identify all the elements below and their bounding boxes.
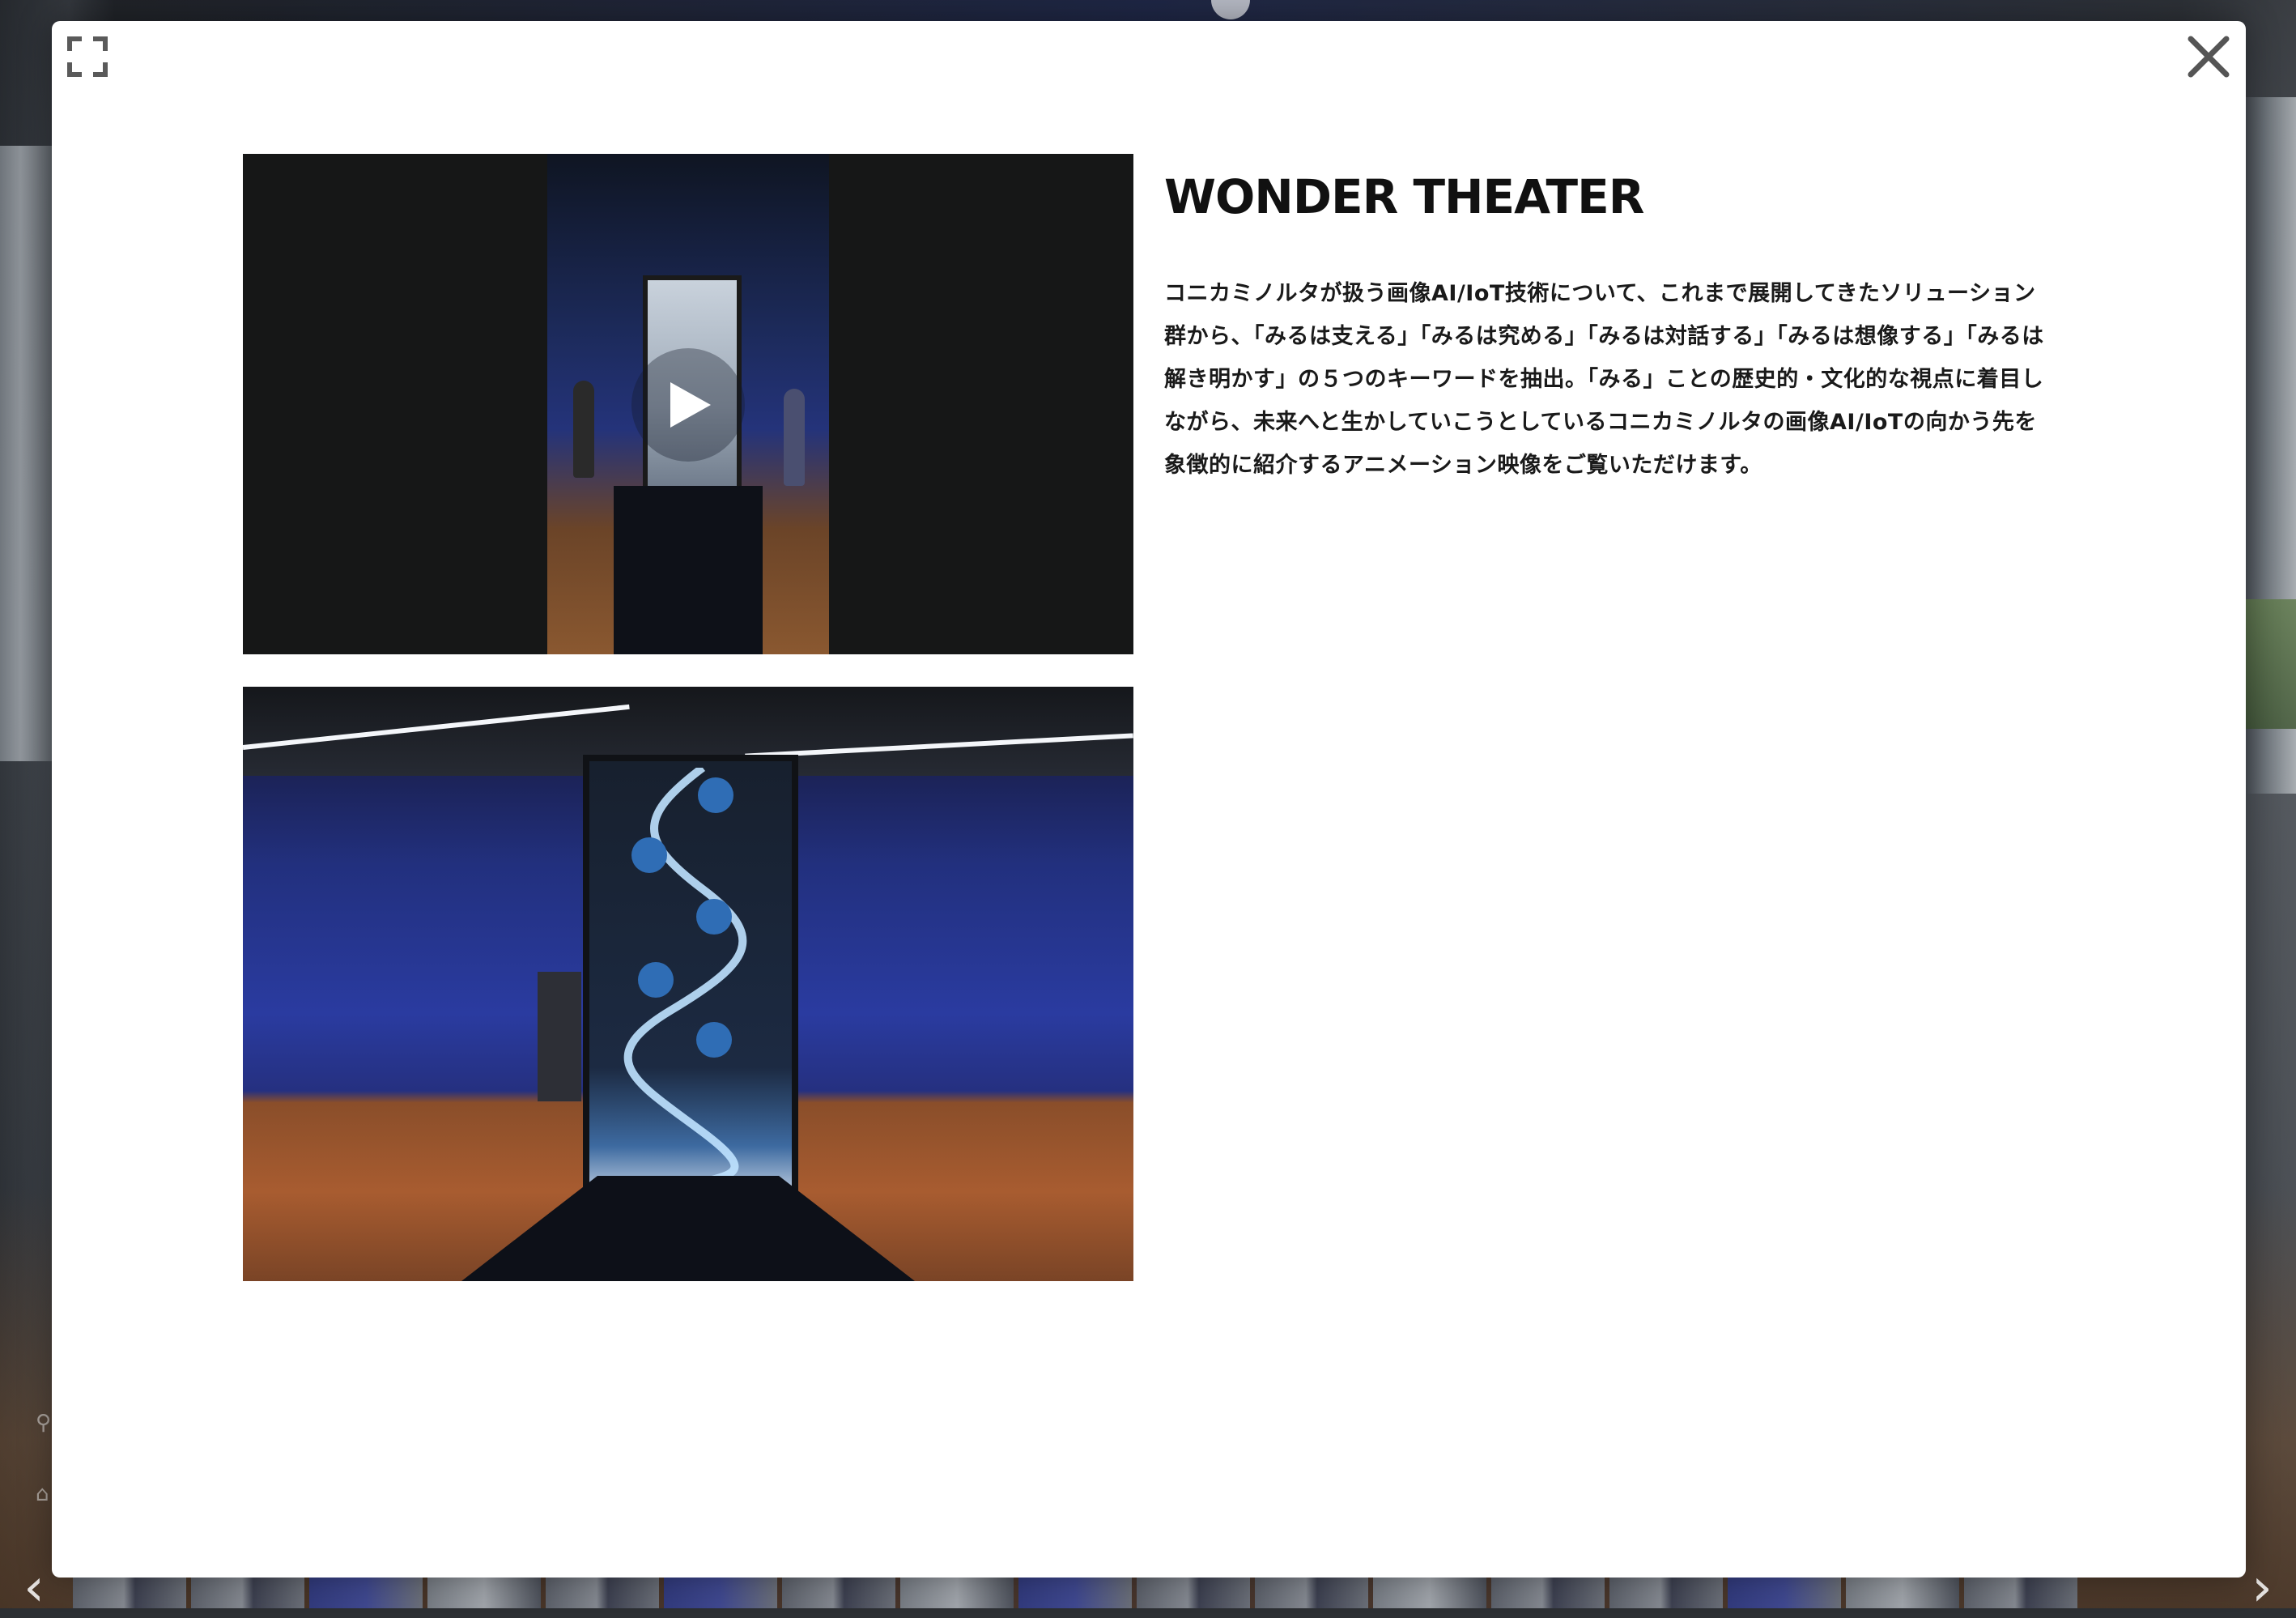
close-button[interactable] <box>2181 29 2236 84</box>
scene-thumbnail[interactable] <box>1255 1578 1368 1608</box>
scene-thumbnail[interactable] <box>1137 1578 1250 1608</box>
floor-map-icon[interactable]: ⌂ <box>36 1482 49 1506</box>
scene-thumbnail[interactable] <box>309 1578 423 1608</box>
scene-thumbnail[interactable] <box>664 1578 777 1608</box>
photo-keyword-badge <box>696 1022 732 1058</box>
scene-thumbnail[interactable] <box>427 1578 541 1608</box>
content-column: WONDER THEATER コニカミノルタが扱う画像AI/IoT技術について、… <box>1164 169 2055 487</box>
scene-thumbnail[interactable] <box>1846 1578 1959 1608</box>
location-pin-icon[interactable]: ⚲ <box>36 1411 51 1435</box>
scene-thumbnail[interactable] <box>1964 1578 2077 1608</box>
scene-thumbnail[interactable] <box>1018 1578 1132 1608</box>
scene-thumbnail[interactable] <box>900 1578 1014 1608</box>
close-icon <box>2188 36 2230 78</box>
video-runway <box>614 486 763 654</box>
photo-keyword-badge <box>638 962 674 998</box>
exhibit-photo <box>243 687 1133 1281</box>
scene-thumbnail[interactable] <box>191 1578 304 1608</box>
scene-thumbnail[interactable] <box>782 1578 895 1608</box>
video-player[interactable] <box>243 154 1133 654</box>
video-visitor <box>573 381 594 478</box>
description-text: コニカミノルタが扱う画像AI/IoT技術について、これまで展開してきたソリューシ… <box>1164 280 2044 478</box>
fullscreen-icon <box>67 36 108 77</box>
scene-thumbnail[interactable] <box>1609 1578 1723 1608</box>
chevron-left-icon[interactable]: ‹ <box>10 1562 58 1614</box>
page-title: WONDER THEATER <box>1164 169 1644 224</box>
play-icon <box>670 382 711 428</box>
photo-keyword-badge <box>698 777 733 813</box>
scene-thumbnail-strip <box>73 1578 2223 1608</box>
fullscreen-button[interactable] <box>65 34 110 79</box>
info-modal: WONDER THEATER コニカミノルタが扱う画像AI/IoT技術について、… <box>52 21 2246 1578</box>
hotspot-marker[interactable] <box>1211 0 1250 19</box>
photo-keyword-badge <box>631 837 667 873</box>
media-column <box>243 154 1133 1281</box>
photo-doorway <box>538 972 581 1101</box>
photo-keyword-badge <box>696 899 732 935</box>
chevron-right-icon[interactable]: › <box>2238 1562 2286 1614</box>
scene-thumbnail[interactable] <box>546 1578 659 1608</box>
play-button[interactable] <box>631 348 745 462</box>
scene-thumbnail[interactable] <box>1373 1578 1486 1608</box>
background-trees <box>2246 599 2296 729</box>
photo-runway <box>461 1176 915 1281</box>
video-visitor <box>784 389 805 486</box>
scene-thumbnail[interactable] <box>1491 1578 1605 1608</box>
scene-thumbnail[interactable] <box>73 1578 186 1608</box>
background-window-left <box>0 146 52 761</box>
scene-thumbnail[interactable] <box>1728 1578 1841 1608</box>
